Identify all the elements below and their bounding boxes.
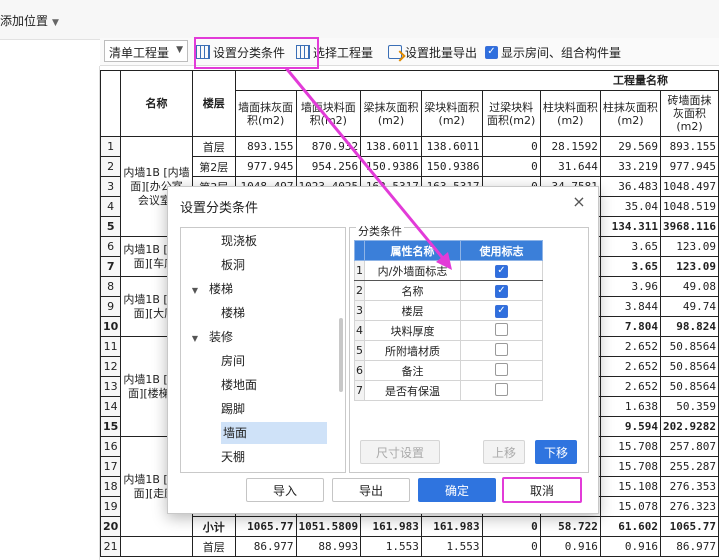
- annotation-arrow: [284, 67, 452, 270]
- arrow-line: [284, 67, 448, 263]
